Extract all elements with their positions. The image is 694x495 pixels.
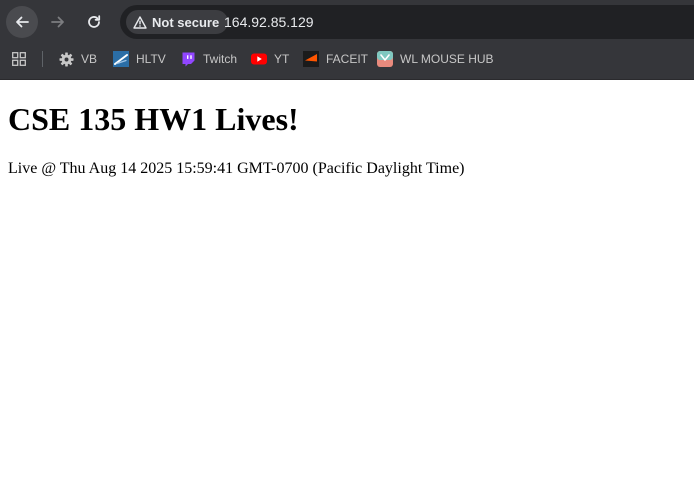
bookmark-label: Twitch xyxy=(203,52,238,66)
bookmarks-divider xyxy=(42,51,43,67)
bookmark-label: WL MOUSE HUB xyxy=(400,52,494,66)
bookmarks-bar: VB HLTV Twitch YT FACEIT WL MOUSE HUB xyxy=(0,46,694,72)
security-chip[interactable]: Not secure xyxy=(126,10,229,34)
arrow-right-icon xyxy=(51,16,64,28)
bookmark-vb[interactable]: VB xyxy=(58,49,97,69)
bookmark-twitch[interactable]: Twitch xyxy=(180,49,237,69)
youtube-icon xyxy=(251,51,267,67)
bookmark-label: VB xyxy=(81,52,98,66)
back-button[interactable] xyxy=(6,6,38,38)
reload-button[interactable] xyxy=(78,6,110,38)
bookmark-label: FACEIT xyxy=(326,52,369,66)
browser-toolbar: Not secure 164.92.85.129 xyxy=(0,4,694,40)
bookmark-youtube[interactable]: YT xyxy=(251,49,289,69)
faceit-icon xyxy=(303,51,319,67)
arrow-left-icon xyxy=(16,16,29,28)
twitch-icon xyxy=(180,51,196,67)
page-title: CSE 135 HW1 Lives! xyxy=(8,101,299,137)
apps-grid-icon[interactable] xyxy=(12,52,26,66)
reload-icon xyxy=(88,15,101,28)
url-text[interactable]: 164.92.85.129 xyxy=(224,14,314,30)
address-bar[interactable]: Not secure 164.92.85.129 xyxy=(120,5,694,39)
hltv-icon xyxy=(113,51,129,67)
warning-triangle-icon xyxy=(133,15,147,29)
forward-button[interactable] xyxy=(42,6,74,38)
bookmark-faceit[interactable]: FACEIT xyxy=(303,49,368,69)
bookmark-hltv[interactable]: HLTV xyxy=(113,49,166,69)
security-label: Not secure xyxy=(152,14,220,30)
live-timestamp: Live @ Thu Aug 14 2025 15:59:41 GMT-0700… xyxy=(8,160,465,177)
browser-chrome: Not secure 164.92.85.129 VB HLTV Twitch … xyxy=(0,0,694,80)
wlmouse-icon xyxy=(377,51,393,67)
bookmark-label: YT xyxy=(274,52,290,66)
gear-icon xyxy=(58,51,74,67)
page-content: CSE 135 HW1 Lives! Live @ Thu Aug 14 202… xyxy=(0,80,694,495)
bookmark-label: HLTV xyxy=(136,52,166,66)
bookmark-wl-mouse-hub[interactable]: WL MOUSE HUB xyxy=(377,49,494,69)
